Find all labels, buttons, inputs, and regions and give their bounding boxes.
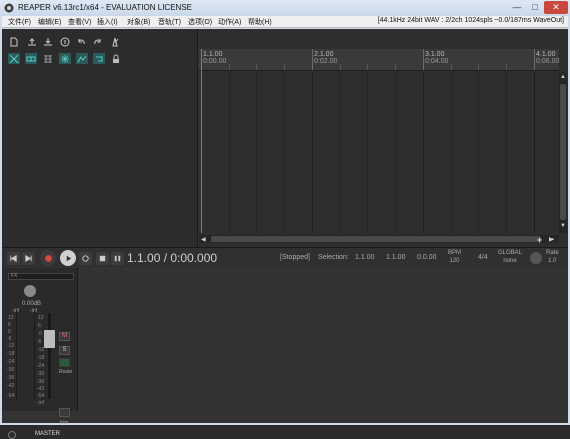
play-state: [Stopped] [280, 254, 310, 261]
repeat-button[interactable] [79, 252, 92, 265]
timeline-ruler[interactable]: 1.1.00 0:00.00 2.1.00 0:02.00 3.1.00 0:04.0… [199, 49, 559, 71]
rate-label: Rate [546, 250, 559, 256]
play-button[interactable] [60, 250, 76, 266]
close-button[interactable]: ✕ [544, 1, 568, 14]
scroll-down-icon[interactable]: ▼ [560, 223, 566, 229]
track-control-panel[interactable] [2, 29, 198, 247]
rate-knob[interactable] [530, 252, 542, 264]
menu-insert[interactable]: 插入(I) [97, 17, 118, 27]
redo-icon[interactable] [92, 36, 104, 47]
selection-label: Selection: [318, 254, 349, 261]
rate-box[interactable]: Rate 1.0 [546, 249, 559, 265]
zoom-in-icon[interactable]: + [537, 235, 542, 245]
horizontal-scrollbar[interactable]: ◀ ▶ [199, 235, 559, 243]
ruler-mark-2: 2.1.00 0:02.00 [314, 51, 338, 65]
ruler-mark-3: 3.1.00 0:04.00 [425, 51, 449, 65]
vertical-scroll-thumb[interactable] [560, 84, 566, 220]
selection-length[interactable]: 0.0.00 [417, 254, 436, 261]
pan-knob[interactable] [24, 285, 36, 297]
global-label: GLOBAL [498, 250, 523, 256]
loop-points-icon[interactable] [93, 53, 105, 64]
solo-button[interactable]: S [59, 346, 70, 355]
ruler-mark-1: 1.1.00 0:00.00 [203, 51, 227, 65]
reaper-main-area: 1.1.00 0:00.00 2.1.00 0:02.00 3.1.00 0:04.0… [2, 29, 568, 439]
volume-readout[interactable]: 0.00dB [22, 301, 41, 307]
ripple-edit-icon[interactable] [8, 53, 20, 64]
maximize-button[interactable]: □ [526, 1, 544, 14]
window-title: REAPER v6.13rc1/x64 - EVALUATION LICENSE [18, 3, 192, 12]
scroll-left-icon[interactable]: ◀ [201, 236, 206, 243]
reaper-app-icon [4, 3, 14, 13]
record-button[interactable] [40, 250, 56, 266]
item-grouping-icon[interactable] [25, 53, 37, 64]
edit-cursor [201, 49, 202, 233]
menu-view[interactable]: 查看(V) [68, 17, 91, 27]
scroll-up-icon[interactable]: ▲ [560, 74, 566, 80]
fx-label: FX [11, 273, 18, 279]
selection-start[interactable]: 1.1.00 [355, 254, 374, 261]
master-info-icon[interactable] [8, 431, 16, 439]
meter-right [34, 310, 35, 400]
ruler-mark-4: 4.1.00 0:06.00 [536, 51, 560, 65]
fx-slot[interactable]: FX [8, 273, 74, 280]
mute-button[interactable]: M [59, 332, 70, 341]
minimize-button[interactable]: — [508, 1, 526, 14]
audio-device-status: [44.1kHz 24bit WAV : 2/2ch 1024spls ~0.0… [377, 17, 564, 24]
bpm-label: BPM [448, 250, 462, 256]
rate-value[interactable]: 1.0 [548, 258, 556, 264]
envelope-lock-icon[interactable] [76, 53, 88, 64]
time-signature[interactable]: 4/4 [478, 254, 488, 261]
snap-icon[interactable] [42, 53, 54, 64]
bpm-value[interactable]: 120 [450, 258, 460, 264]
menu-file[interactable]: 文件(F) [8, 17, 31, 27]
go-to-start-button[interactable] [7, 252, 20, 265]
metronome-icon[interactable] [109, 36, 121, 47]
global-automation-box[interactable]: GLOBAL none [498, 249, 522, 265]
trim-label: trim [60, 420, 69, 426]
menu-track[interactable]: 音轨(T) [158, 17, 181, 27]
meter-left [16, 310, 17, 400]
new-project-icon[interactable] [8, 36, 20, 47]
zoom-out-icon[interactable]: − [549, 234, 554, 244]
reaper-window: REAPER v6.13rc1/x64 - EVALUATION LICENSE… [0, 0, 570, 439]
open-project-icon[interactable] [26, 36, 38, 47]
lock-icon[interactable] [110, 53, 122, 64]
master-track-strip[interactable]: FX 0.00dB -inf -inf 12 6 0 -6 -12 -18 -2… [2, 268, 78, 439]
route-label: Route [59, 369, 73, 375]
menu-help[interactable]: 帮助(H) [248, 17, 272, 27]
horizontal-scroll-thumb[interactable] [211, 236, 541, 242]
grid-icon[interactable] [59, 53, 71, 64]
master-track-label: MASTER [35, 431, 61, 437]
go-to-end-button[interactable] [22, 252, 35, 265]
bpm-box[interactable]: BPM 120 [448, 249, 461, 265]
menu-bar: 文件(F) 编辑(E) 查看(V) 插入(I) 对象(B) 音轨(T) 选项(O… [2, 16, 568, 28]
stop-button[interactable] [96, 252, 109, 265]
time-display[interactable]: 1.1.00 / 0:00.000 [127, 251, 217, 265]
undo-icon[interactable] [75, 36, 87, 47]
selection-end[interactable]: 1.1.00 [386, 254, 405, 261]
volume-fader-track[interactable] [48, 313, 51, 399]
menu-actions[interactable]: 动作(A) [218, 17, 241, 27]
volume-fader-handle[interactable] [44, 330, 55, 348]
pause-button[interactable] [111, 252, 124, 265]
save-project-icon[interactable] [42, 36, 54, 47]
menu-edit[interactable]: 编辑(E) [38, 17, 61, 27]
global-value[interactable]: none [503, 258, 516, 264]
transport-bar: 1.1.00 / 0:00.000 [Stopped] Selection: 1… [2, 247, 568, 267]
vertical-scrollbar[interactable]: ▲ ▼ [559, 72, 567, 233]
mixer-area: FX 0.00dB -inf -inf 12 6 0 -6 -12 -18 -2… [2, 268, 568, 439]
ruler-tick [423, 49, 424, 70]
ruler-tick [312, 49, 313, 70]
envelope-icon[interactable] [59, 408, 70, 417]
routing-icon[interactable] [59, 358, 70, 367]
ruler-tick [534, 49, 535, 70]
menu-options[interactable]: 选项(O) [188, 17, 212, 27]
arrange-view[interactable]: 1.1.00 0:00.00 2.1.00 0:02.00 3.1.00 0:04.0… [199, 29, 568, 247]
menu-item[interactable]: 对象(B) [127, 17, 150, 27]
title-bar: REAPER v6.13rc1/x64 - EVALUATION LICENSE… [0, 0, 570, 16]
project-settings-icon[interactable] [59, 36, 71, 47]
